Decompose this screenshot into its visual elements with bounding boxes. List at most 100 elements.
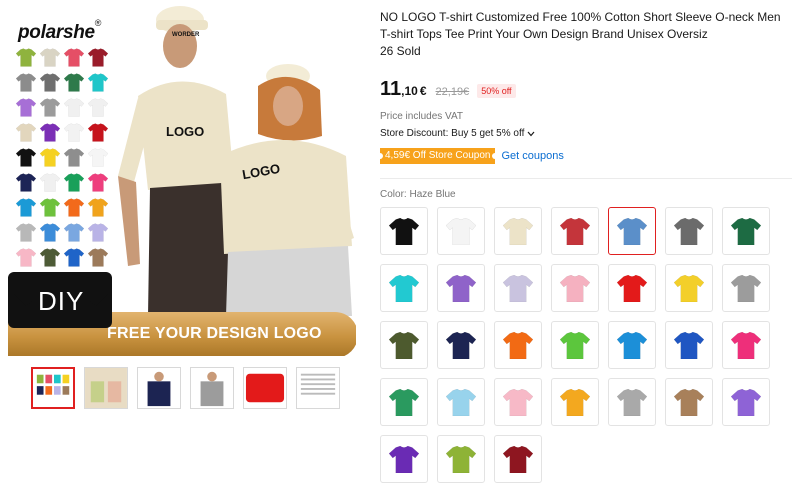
- store-discount-dropdown[interactable]: Store Discount: Buy 5 get 5% off: [380, 128, 535, 139]
- tshirt-icon: [674, 331, 704, 359]
- color-option-14[interactable]: [722, 264, 770, 312]
- tshirt-icon: [40, 48, 60, 67]
- color-option-2[interactable]: [437, 207, 485, 255]
- mini-swatch-13: [16, 123, 36, 142]
- color-option-27[interactable]: [665, 378, 713, 426]
- color-option-22[interactable]: [380, 378, 428, 426]
- main-product-image[interactable]: polarshe® LOGO LOGO WORDER FREE YOUR DES…: [4, 6, 356, 356]
- thumb-red-folded[interactable]: [243, 367, 287, 409]
- tshirt-icon: [64, 123, 84, 142]
- color-option-8[interactable]: [380, 264, 428, 312]
- mini-swatch-29: [16, 223, 36, 242]
- tshirt-icon: [617, 274, 647, 302]
- mini-swatch-36: [88, 248, 108, 267]
- color-option-11[interactable]: [551, 264, 599, 312]
- tshirt-icon: [560, 331, 590, 359]
- tshirt-icon: [560, 217, 590, 245]
- tshirt-icon: [16, 123, 36, 142]
- tshirt-icon: [503, 331, 533, 359]
- color-option-4[interactable]: [551, 207, 599, 255]
- tshirt-icon: [16, 198, 36, 217]
- color-option-13[interactable]: [665, 264, 713, 312]
- tshirt-icon: [88, 73, 108, 92]
- tshirt-icon: [88, 48, 108, 67]
- color-option-16[interactable]: [437, 321, 485, 369]
- tshirt-icon: [16, 148, 36, 167]
- mini-swatch-9: [16, 98, 36, 117]
- mini-swatch-26: [40, 198, 60, 217]
- color-option-23[interactable]: [437, 378, 485, 426]
- mini-swatch-19: [64, 148, 84, 167]
- tshirt-icon: [617, 388, 647, 416]
- tshirt-icon: [16, 223, 36, 242]
- mini-swatch-18: [40, 148, 60, 167]
- mini-swatch-5: [16, 73, 36, 92]
- tshirt-icon: [40, 73, 60, 92]
- models-illustration: [118, 6, 354, 316]
- color-option-6[interactable]: [665, 207, 713, 255]
- mini-swatch-25: [16, 198, 36, 217]
- tshirt-icon: [389, 331, 419, 359]
- color-option-18[interactable]: [551, 321, 599, 369]
- tshirt-icon: [40, 98, 60, 117]
- color-option-1[interactable]: [380, 207, 428, 255]
- color-option-25[interactable]: [551, 378, 599, 426]
- thumb-man-navy[interactable]: [137, 367, 181, 409]
- color-option-12[interactable]: [608, 264, 656, 312]
- color-option-5[interactable]: [608, 207, 656, 255]
- tshirt-icon: [88, 98, 108, 117]
- price-integer: 11: [380, 78, 402, 100]
- tshirt-icon: [560, 388, 590, 416]
- color-option-26[interactable]: [608, 378, 656, 426]
- color-option-3[interactable]: [494, 207, 542, 255]
- color-option-9[interactable]: [437, 264, 485, 312]
- tshirt-icon: [88, 173, 108, 192]
- tshirt-icon: [64, 223, 84, 242]
- tshirt-icon: [40, 173, 60, 192]
- thumb-couple-beige[interactable]: [84, 367, 128, 409]
- mini-swatch-30: [40, 223, 60, 242]
- thumbnail-image: [36, 374, 70, 395]
- tshirt-icon: [88, 248, 108, 267]
- color-option-19[interactable]: [608, 321, 656, 369]
- tshirt-icon: [446, 445, 476, 473]
- tshirt-icon: [88, 198, 108, 217]
- color-option-10[interactable]: [494, 264, 542, 312]
- thumb-swatch-collage[interactable]: [31, 367, 75, 409]
- tshirt-icon: [389, 445, 419, 473]
- color-option-28[interactable]: [722, 378, 770, 426]
- color-option-17[interactable]: [494, 321, 542, 369]
- tshirt-icon: [64, 198, 84, 217]
- color-selector: [380, 207, 770, 483]
- mini-swatch-24: [88, 173, 108, 192]
- vat-note: Price includes VAT: [380, 111, 463, 122]
- color-option-24[interactable]: [494, 378, 542, 426]
- color-label: Color: Haze Blue: [380, 189, 456, 200]
- color-option-29[interactable]: [380, 435, 428, 483]
- price-currency: €: [419, 84, 427, 98]
- mini-swatch-6: [40, 73, 60, 92]
- product-title: NO LOGO T-shirt Customized Free 100% Cot…: [380, 10, 781, 41]
- color-option-21[interactable]: [722, 321, 770, 369]
- tshirt-icon: [446, 331, 476, 359]
- tshirt-icon: [560, 274, 590, 302]
- mini-swatch-21: [16, 173, 36, 192]
- color-option-31[interactable]: [494, 435, 542, 483]
- color-option-20[interactable]: [665, 321, 713, 369]
- tshirt-icon: [446, 217, 476, 245]
- cap-logo-text: WORDER: [172, 32, 200, 38]
- color-option-30[interactable]: [437, 435, 485, 483]
- thumbnail-strip: [31, 367, 340, 409]
- thumb-man-grey[interactable]: [190, 367, 234, 409]
- product-gallery: polarshe® LOGO LOGO WORDER FREE YOUR DES…: [0, 0, 362, 494]
- color-option-15[interactable]: [380, 321, 428, 369]
- tshirt-icon: [40, 198, 60, 217]
- tshirt-icon: [389, 274, 419, 302]
- thumb-size-chart[interactable]: [296, 367, 340, 409]
- mini-swatch-22: [40, 173, 60, 192]
- tshirt-icon: [16, 73, 36, 92]
- price-row: 11 ,10 € 22,19€ 50% off: [380, 78, 516, 101]
- get-coupons-link[interactable]: Get coupons: [501, 150, 563, 162]
- color-option-7[interactable]: [722, 207, 770, 255]
- mini-swatch-33: [16, 248, 36, 267]
